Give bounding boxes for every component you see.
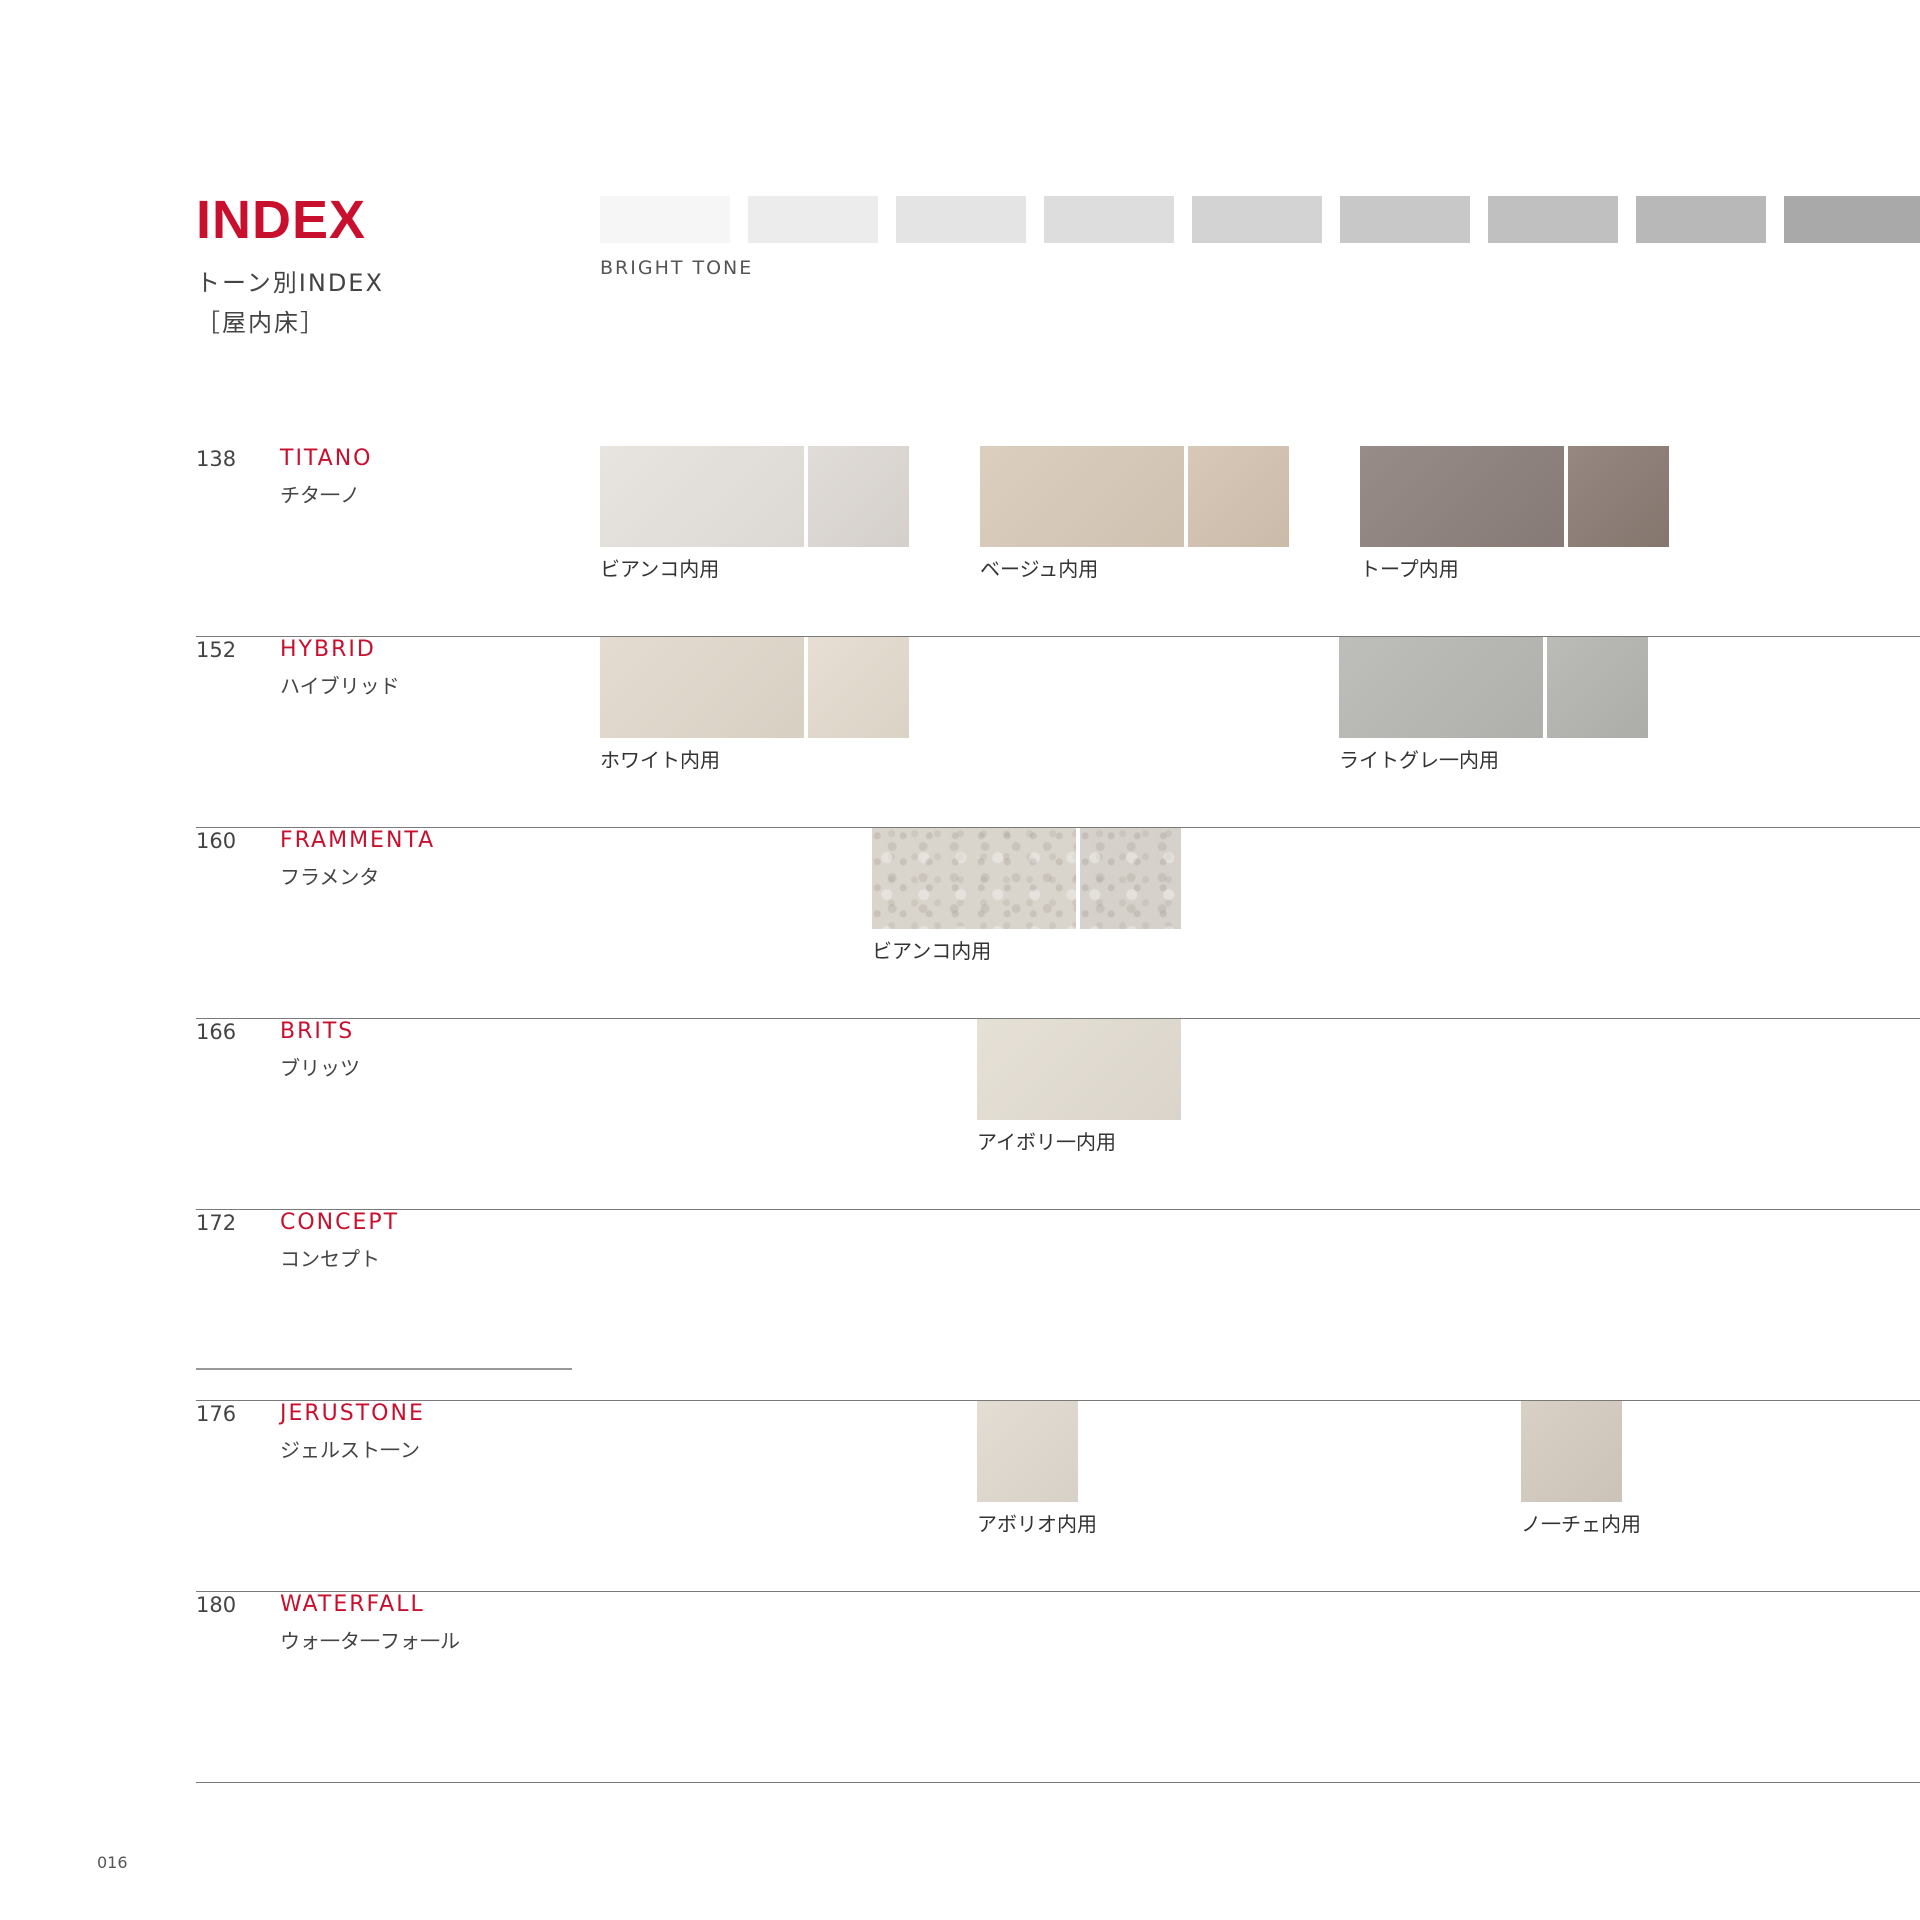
page-ref: 172 <box>196 1211 237 1235</box>
series-name: JERUSTONE <box>280 1401 425 1426</box>
series-name-ja: ブリッツ <box>280 1056 360 1080</box>
tile-large <box>1360 446 1564 547</box>
tone-swatch-8 <box>1636 196 1766 243</box>
tile-caption: ビアンコ内用 <box>600 557 720 581</box>
series-name: FRAMMENTA <box>280 828 436 853</box>
tile-large <box>1339 637 1543 738</box>
series-name: BRITS <box>280 1019 355 1044</box>
index-row: 152 HYBRID ハイブリッド ホワイト内用 ライトグレ一内用 <box>0 637 1920 828</box>
tone-swatch-9 <box>1784 196 1920 243</box>
tile-caption: ベージュ内用 <box>980 557 1099 581</box>
page-ref: 166 <box>196 1020 237 1044</box>
tone-label: BRIGHT TONE <box>600 257 754 279</box>
page-ref: 138 <box>196 447 237 471</box>
tile-square <box>1521 1401 1622 1502</box>
tile-large <box>980 446 1184 547</box>
tone-swatch-4 <box>1044 196 1174 243</box>
tile-large <box>600 637 804 738</box>
series-name-ja: ウォ一タ一フォ一ル <box>280 1629 460 1653</box>
tile-caption: ノ一チェ内用 <box>1521 1512 1641 1536</box>
page-ref: 180 <box>196 1593 237 1617</box>
row-divider <box>196 1782 1920 1783</box>
series-name: CONCEPT <box>280 1210 400 1235</box>
tile-caption: ライトグレ一内用 <box>1339 748 1499 772</box>
tone-swatch-2 <box>748 196 878 243</box>
series-name-ja: コンセプト <box>280 1247 380 1271</box>
series-name: WATERFALL <box>280 1592 425 1617</box>
page-subtitle: トーン別INDEX <box>196 269 384 297</box>
page-ref: 160 <box>196 829 237 853</box>
tile-small <box>808 446 909 547</box>
series-name-ja: チタ一ノ <box>280 483 360 507</box>
series-name: TITANO <box>280 446 373 471</box>
tone-swatch-3 <box>896 196 1026 243</box>
page-number: 016 <box>97 1853 128 1872</box>
tile-small <box>1080 828 1181 929</box>
tile-large <box>600 446 804 547</box>
tile-small <box>1188 446 1289 547</box>
index-row: 180 WATERFALL ウォ一タ一フォ一ル <box>0 1592 1920 1783</box>
index-row: 138 TITANO チタ一ノ ビアンコ内用 ベージュ内用 トープ内用 <box>0 446 1920 637</box>
index-row: 176 JERUSTONE ジェルスト一ン アボリオ内用 ノ一チェ内用 <box>0 1401 1920 1592</box>
page-ref: 176 <box>196 1402 237 1426</box>
index-row: 160 FRAMMENTA フラメンタ ビアンコ内用 <box>0 828 1920 1019</box>
tone-swatch-5 <box>1192 196 1322 243</box>
tile-caption: ビアンコ内用 <box>872 939 992 963</box>
tile-small <box>1547 637 1648 738</box>
tone-swatch-7 <box>1488 196 1618 243</box>
index-row: 166 BRITS ブリッツ アイボリ一内用 <box>0 1019 1920 1210</box>
tile-large <box>872 828 1076 929</box>
row-divider-accent <box>196 1368 572 1370</box>
tile-small <box>1568 446 1669 547</box>
index-row: 172 CONCEPT コンセプト <box>0 1210 1920 1401</box>
series-name: HYBRID <box>280 637 376 662</box>
series-name-ja: フラメンタ <box>280 865 380 889</box>
tile-square <box>977 1401 1078 1502</box>
page-title: INDEX <box>196 190 367 250</box>
tone-swatch-6 <box>1340 196 1470 243</box>
series-name-ja: ハイブリッド <box>280 674 400 698</box>
tile-large <box>977 1019 1181 1120</box>
series-name-ja: ジェルスト一ン <box>280 1438 420 1462</box>
tile-caption: トープ内用 <box>1360 557 1459 581</box>
tile-caption: アボリオ内用 <box>977 1512 1097 1536</box>
tone-swatch-1 <box>600 196 730 243</box>
tile-caption: ホワイト内用 <box>600 748 720 772</box>
page-subtitle-category: ［屋内床］ <box>196 309 326 337</box>
tile-caption: アイボリ一内用 <box>977 1130 1116 1154</box>
tile-small <box>808 637 909 738</box>
page-ref: 152 <box>196 638 237 662</box>
